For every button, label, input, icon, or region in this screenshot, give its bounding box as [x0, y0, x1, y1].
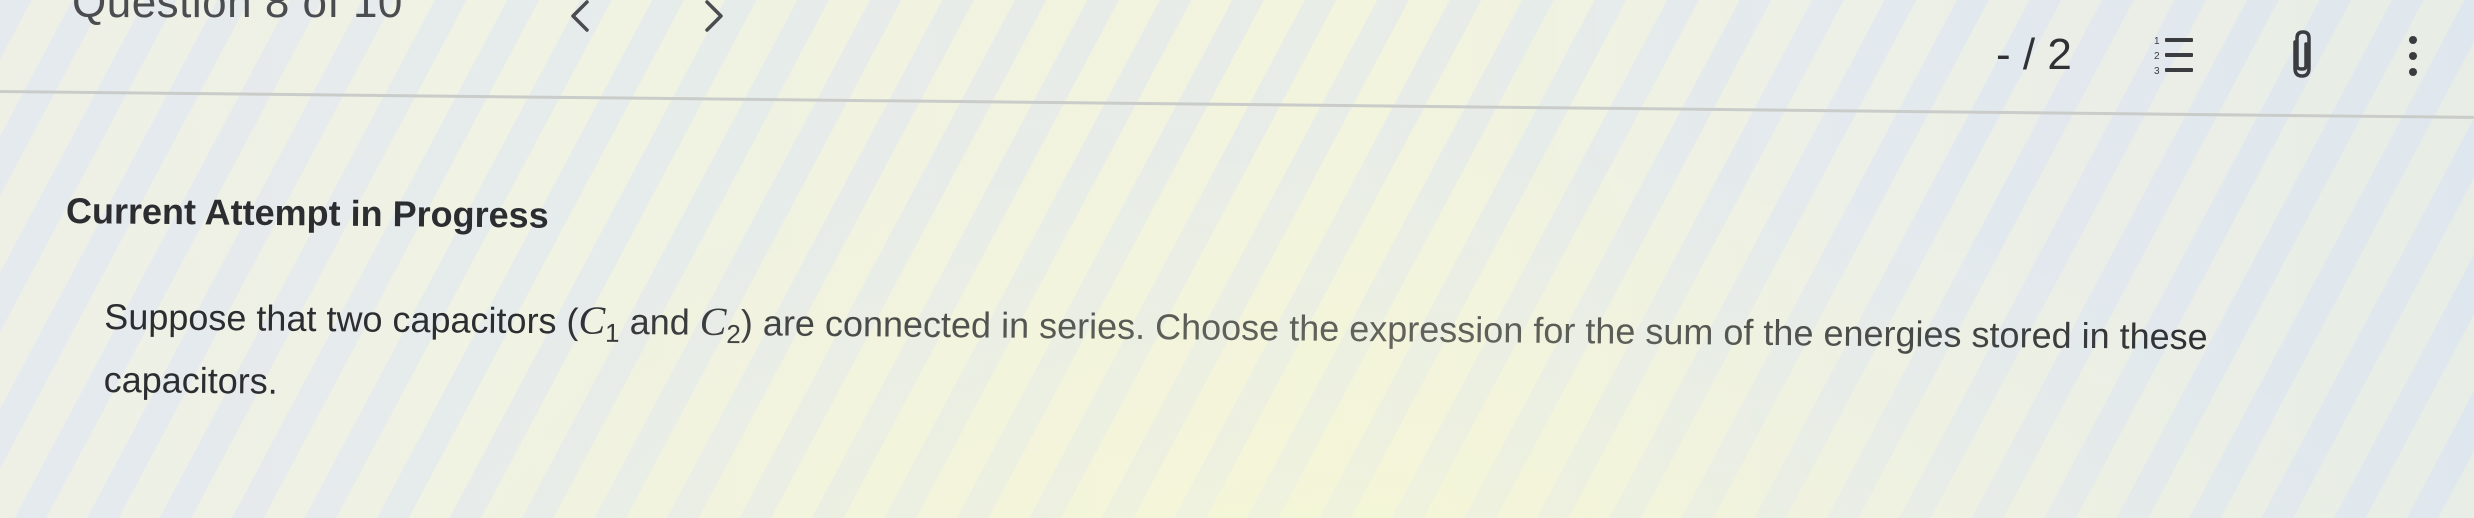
paperclip-icon [2282, 28, 2322, 89]
header-divider [0, 90, 2474, 119]
question-text-part: ) are connected in series. Choose the ex… [740, 302, 2208, 358]
question-counter: Question 8 of 10 [72, 0, 403, 27]
more-options-button[interactable] [2398, 34, 2428, 86]
variable-letter: C [578, 297, 606, 343]
score-display: - / 2 [1996, 30, 2072, 79]
question-header: Question 8 of 10 - / 2 1 2 3 [0, 0, 2474, 119]
subscript: 1 [604, 317, 620, 348]
capacitor-1-symbol: C1 [578, 297, 620, 348]
chevron-right-icon [701, 0, 727, 41]
svg-text:3: 3 [2154, 66, 2160, 77]
question-prompt: Suppose that two capacitors (C1 and C2) … [103, 290, 2434, 428]
attachment-button[interactable] [2278, 28, 2326, 89]
more-vertical-icon [2406, 32, 2420, 89]
question-list-button[interactable]: 1 2 3 [2152, 34, 2196, 82]
svg-text:1: 1 [2154, 36, 2160, 47]
question-text-part: and [619, 300, 700, 343]
subscript: 2 [726, 318, 741, 350]
chevron-left-icon [567, 0, 593, 41]
question-text-part: Suppose that two capacitors ( [104, 296, 579, 342]
previous-question-button[interactable] [556, 0, 604, 42]
attempt-status-heading: Current Attempt in Progress [65, 190, 549, 236]
svg-text:2: 2 [2154, 51, 2160, 62]
screen: Question 8 of 10 - / 2 1 2 3 Current Att… [0, 0, 2474, 518]
capacitor-2-symbol: C2 [699, 298, 742, 349]
numbered-list-icon: 1 2 3 [2152, 32, 2196, 85]
next-question-button[interactable] [690, 0, 738, 42]
variable-letter: C [699, 298, 727, 344]
